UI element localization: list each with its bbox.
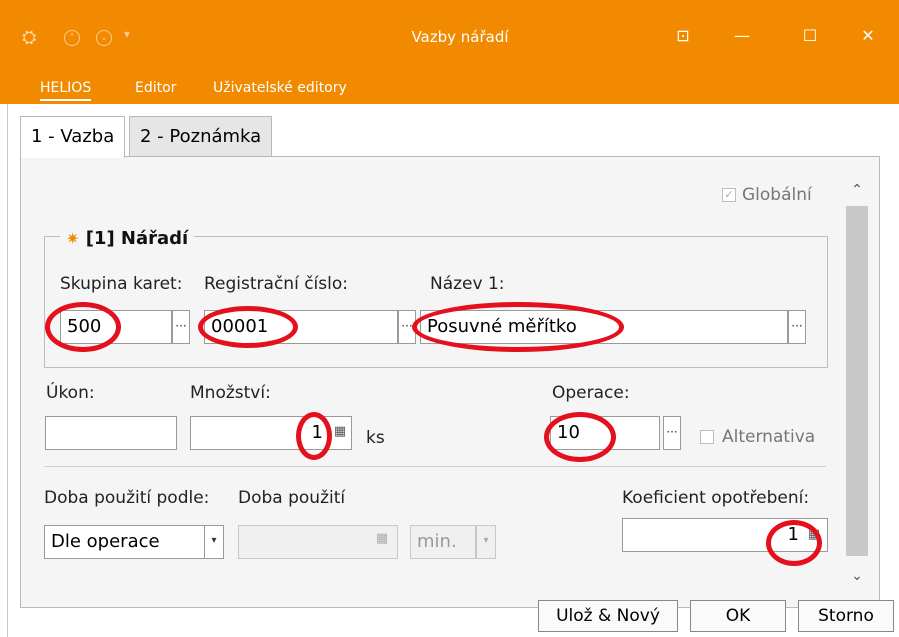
doba-podle-label: Doba použití podle:: [44, 488, 210, 508]
menu-editor[interactable]: Editor: [135, 80, 176, 96]
operace-label: Operace:: [552, 383, 630, 403]
skupina-picker-button[interactable]: ···: [172, 310, 190, 344]
tool-group-title: ✷ [1] Nářadí: [60, 228, 195, 249]
doba-unit-select: min.: [410, 525, 476, 559]
back-circle-icon[interactable]: ⌃: [64, 30, 80, 46]
pin-icon[interactable]: ⊡: [667, 24, 699, 48]
minimize-button[interactable]: —: [726, 24, 758, 48]
tab-vazba[interactable]: 1 - Vazba: [20, 116, 126, 158]
window-left-edge: [7, 104, 8, 637]
alternativa-checkbox[interactable]: [700, 430, 714, 444]
save-new-button[interactable]: Ulož & Nový: [538, 600, 678, 632]
doba-podle-dropdown-icon[interactable]: ▾: [204, 525, 224, 559]
doba-unit-dropdown-icon: ▾: [476, 525, 496, 559]
menu-bar: HELIOS Editor Uživatelské editory: [0, 76, 899, 104]
ukon-label: Úkon:: [46, 383, 95, 403]
menu-user-editors[interactable]: Uživatelské editory: [213, 80, 347, 96]
global-checkbox[interactable]: ✓: [722, 188, 736, 202]
scrollbar-thumb[interactable]: [846, 206, 868, 556]
forward-circle-icon[interactable]: ⌄: [96, 30, 112, 46]
calculator-icon[interactable]: ▦: [332, 424, 348, 444]
tool-star-icon: ✷: [66, 229, 80, 248]
mnozstvi-unit: ks: [366, 428, 385, 448]
scroll-up-icon[interactable]: ⌃: [846, 180, 868, 200]
skupina-label: Skupina karet:: [60, 274, 183, 294]
operace-picker-button[interactable]: ···: [663, 416, 681, 450]
menu-helios[interactable]: HELIOS: [40, 80, 92, 101]
tab-poznamka[interactable]: 2 - Poznámka: [129, 116, 273, 157]
vertical-scrollbar[interactable]: ⌃ ⌄: [846, 180, 868, 588]
section-divider: [44, 466, 826, 467]
registracni-cislo-label: Registrační číslo:: [204, 274, 348, 294]
window-title: Vazby nářadí: [411, 28, 509, 46]
annotation-ellipse-operace: [544, 412, 616, 462]
global-label: Globální: [742, 185, 812, 205]
annotation-ellipse-registracni: [198, 306, 298, 348]
title-bar: ⛭ ⌃ ⌄ ▾ Vazby nářadí ⊡ — ☐ ✕: [0, 0, 899, 76]
doba-calculator-icon: ▦: [375, 531, 389, 546]
scroll-down-icon[interactable]: ⌄: [846, 566, 868, 586]
tool-group-title-text: [1] Nářadí: [85, 228, 189, 249]
koeficient-label: Koeficient opotřebení:: [622, 488, 810, 508]
annotation-ellipse-mnozstvi: [296, 412, 332, 460]
doba-label: Doba použití: [238, 488, 346, 508]
ukon-input[interactable]: [45, 416, 177, 450]
ok-button[interactable]: OK: [690, 600, 786, 632]
annotation-ellipse-skupina: [45, 302, 121, 352]
alternativa-label: Alternativa: [722, 427, 816, 447]
annotation-ellipse-nazev: [412, 302, 624, 352]
annotation-ellipse-koeficient: [766, 520, 822, 566]
cancel-button[interactable]: Storno: [798, 600, 894, 632]
maximize-button[interactable]: ☐: [794, 24, 826, 48]
mnozstvi-label: Množství:: [190, 383, 271, 403]
close-button[interactable]: ✕: [852, 24, 884, 48]
quick-access-dropdown-icon[interactable]: ▾: [124, 27, 130, 41]
tool-group-box: [44, 236, 828, 368]
doba-podle-select[interactable]: Dle operace: [44, 525, 204, 559]
helios-logo-icon: ⛭: [22, 27, 37, 48]
nazev-picker-button[interactable]: ···: [788, 310, 806, 344]
nazev-label: Název 1:: [430, 274, 505, 294]
